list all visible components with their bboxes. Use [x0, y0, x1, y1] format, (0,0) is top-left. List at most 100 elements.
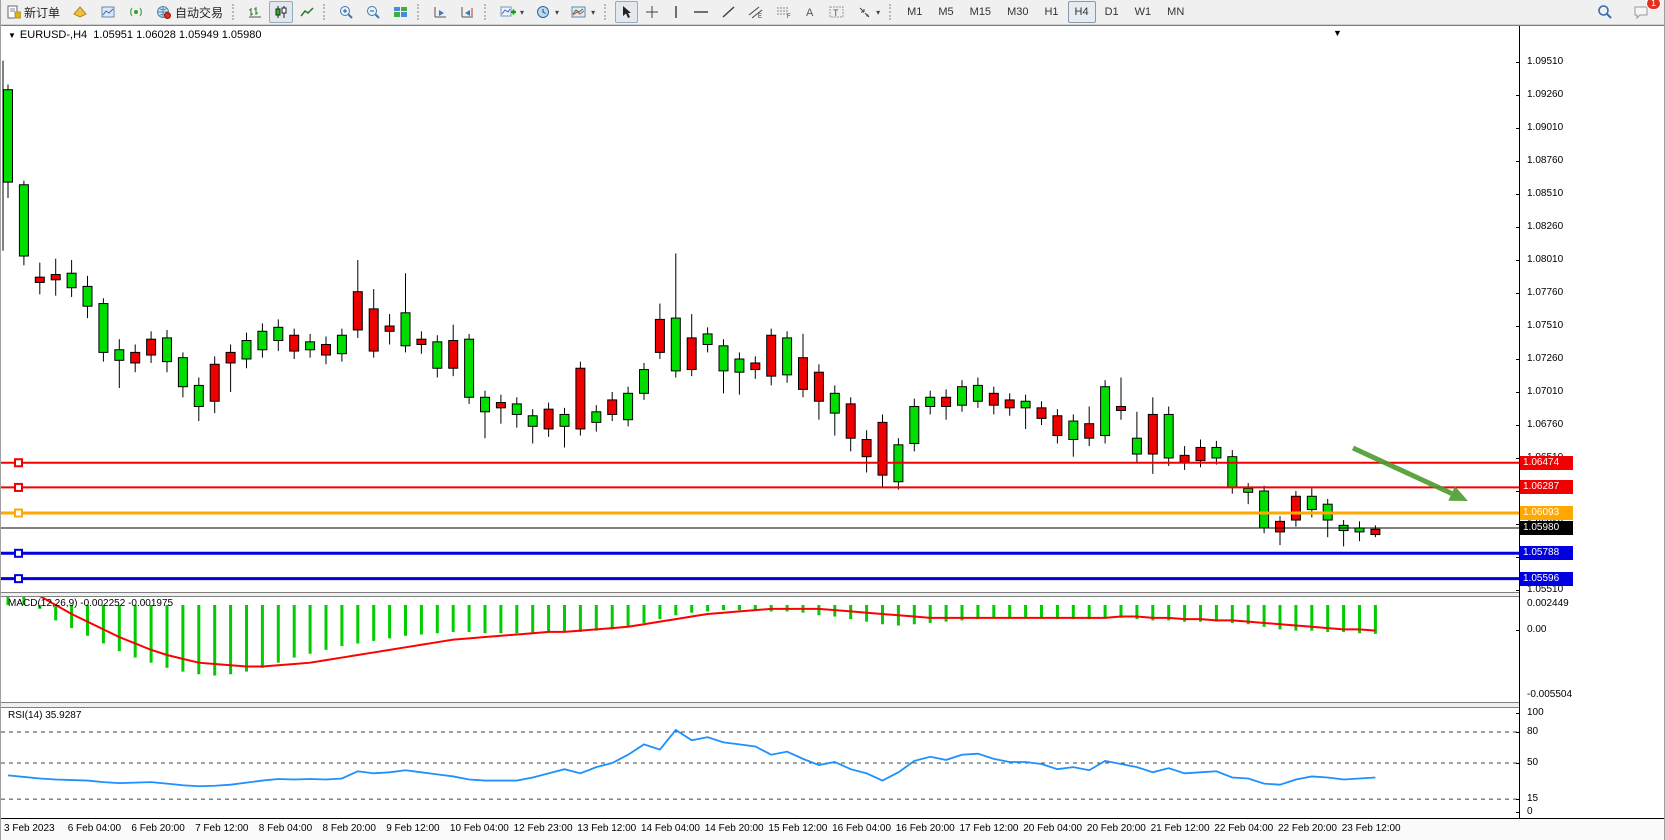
- price-tick-mark: [1516, 260, 1520, 261]
- candle-body: [401, 313, 410, 346]
- crosshair-button[interactable]: [640, 1, 664, 23]
- candle-body: [1085, 424, 1094, 439]
- horizontal-line-button[interactable]: [688, 1, 714, 23]
- rsi-axis-label: 15: [1527, 793, 1538, 804]
- timeframe-button-H1[interactable]: H1: [1037, 1, 1065, 23]
- toolbar-group-trade: 新订单 自动交易: [1, 0, 229, 24]
- candle-body: [624, 393, 633, 419]
- chart-window[interactable]: ▼EURUSD-,H4 1.05951 1.06028 1.05949 1.05…: [1, 25, 1664, 819]
- time-axis-label: 7 Feb 12:00: [195, 823, 248, 834]
- candle-body: [1228, 457, 1237, 487]
- vertical-line-button[interactable]: [666, 1, 686, 23]
- candle-body: [608, 400, 617, 415]
- candle-body: [799, 358, 808, 390]
- time-axis-label: 20 Feb 20:00: [1087, 823, 1146, 834]
- timeframe-button-M5[interactable]: M5: [931, 1, 960, 23]
- timeframe-button-M15[interactable]: M15: [963, 1, 998, 23]
- autotrading-button[interactable]: 自动交易: [151, 1, 228, 23]
- candle-body: [1037, 408, 1046, 419]
- indicators-button[interactable]: ▾: [495, 1, 529, 23]
- signals-button[interactable]: [123, 1, 149, 23]
- candle-body: [560, 414, 569, 426]
- svg-text:E: E: [758, 14, 762, 19]
- candle-body: [958, 387, 967, 405]
- macd-axis-label: 0.00: [1527, 624, 1546, 635]
- chart-hat-button[interactable]: [67, 1, 93, 23]
- text-label-button[interactable]: T: [824, 1, 850, 23]
- candle-body: [512, 404, 521, 415]
- periods-button[interactable]: ▾: [531, 1, 564, 23]
- pane-separator[interactable]: [1, 592, 1664, 597]
- arrows-button[interactable]: ▾: [852, 1, 885, 23]
- cursor-button[interactable]: [615, 1, 638, 23]
- shapes-arrows-icon: [857, 5, 872, 19]
- time-axis-label: 10 Feb 04:00: [450, 823, 509, 834]
- timeframe-button-D1[interactable]: D1: [1098, 1, 1126, 23]
- line-chart-button[interactable]: [295, 1, 319, 23]
- candle-body: [640, 370, 649, 394]
- chart-window-icon: [100, 5, 116, 19]
- auto-scroll-button[interactable]: [428, 1, 453, 23]
- notifications-button[interactable]: 1: [1628, 1, 1655, 23]
- search-button[interactable]: [1592, 1, 1618, 23]
- channel-button[interactable]: E: [743, 1, 769, 23]
- macd-canvas[interactable]: [1, 596, 1519, 701]
- rsi-canvas[interactable]: [1, 706, 1519, 818]
- tile-windows-button[interactable]: [388, 1, 413, 23]
- toolbar-grip: [604, 4, 611, 20]
- new-order-icon: [7, 5, 21, 19]
- candle-body: [528, 416, 537, 427]
- trendline-button[interactable]: [716, 1, 741, 23]
- scroll-marker-icon[interactable]: ▼: [1333, 28, 1342, 38]
- price-line-label: 1.05980: [1520, 521, 1573, 535]
- price-tick-mark: [1516, 359, 1520, 360]
- timeframe-button-W1[interactable]: W1: [1128, 1, 1159, 23]
- crosshair-icon: [645, 5, 659, 19]
- candle-body: [735, 359, 744, 372]
- new-order-button[interactable]: 新订单: [2, 1, 65, 23]
- search-icon: [1597, 4, 1613, 20]
- timeframe-button-M30[interactable]: M30: [1000, 1, 1035, 23]
- templates-icon: [571, 5, 587, 19]
- time-axis-label: 6 Feb 04:00: [68, 823, 121, 834]
- timeframe-button-H4[interactable]: H4: [1068, 1, 1096, 23]
- trendline-icon: [721, 5, 736, 19]
- candlestick-chart-button[interactable]: [269, 1, 293, 23]
- timeframe-button-M1[interactable]: M1: [900, 1, 929, 23]
- price-line-label: 1.05788: [1520, 546, 1573, 560]
- auto-scroll-icon: [433, 5, 448, 19]
- profile-button[interactable]: [95, 1, 121, 23]
- bar-chart-icon: [248, 5, 262, 19]
- candle-body: [496, 403, 505, 408]
- zoom-in-button[interactable]: [334, 1, 359, 23]
- chart-shift-button[interactable]: [455, 1, 480, 23]
- price-line-label: 1.05596: [1520, 572, 1573, 586]
- line-chart-icon: [300, 5, 314, 19]
- candle-body: [1276, 521, 1285, 532]
- time-axis[interactable]: 3 Feb 20236 Feb 04:006 Feb 20:007 Feb 12…: [1, 818, 1664, 840]
- svg-text:F: F: [787, 14, 791, 19]
- text-button[interactable]: A: [799, 1, 822, 23]
- price-axis[interactable]: 1.095101.092601.090101.087601.085101.082…: [1519, 26, 1665, 818]
- price-tick-mark: [1516, 128, 1520, 129]
- timeframe-button-MN[interactable]: MN: [1160, 1, 1191, 23]
- candle-body: [353, 292, 362, 330]
- price-tick-label: 1.08010: [1527, 254, 1563, 265]
- bar-chart-button[interactable]: [243, 1, 267, 23]
- candle-body: [99, 304, 108, 353]
- fibonacci-button[interactable]: F: [771, 1, 797, 23]
- candle-body: [973, 385, 982, 401]
- candle-body: [449, 341, 458, 369]
- candle-body: [878, 422, 887, 475]
- chart-menu-triangle-icon[interactable]: ▼: [8, 31, 16, 40]
- price-chart-canvas[interactable]: [1, 26, 1519, 592]
- candle-body: [242, 341, 251, 359]
- candle-body: [178, 358, 187, 387]
- price-tick-label: 1.07010: [1527, 386, 1563, 397]
- zoom-out-button[interactable]: [361, 1, 386, 23]
- templates-button[interactable]: ▾: [566, 1, 600, 23]
- time-axis-label: 3 Feb 2023: [4, 823, 55, 834]
- gold-shape-icon: [72, 5, 88, 19]
- pane-separator[interactable]: [1, 702, 1664, 708]
- candle-body: [83, 286, 92, 306]
